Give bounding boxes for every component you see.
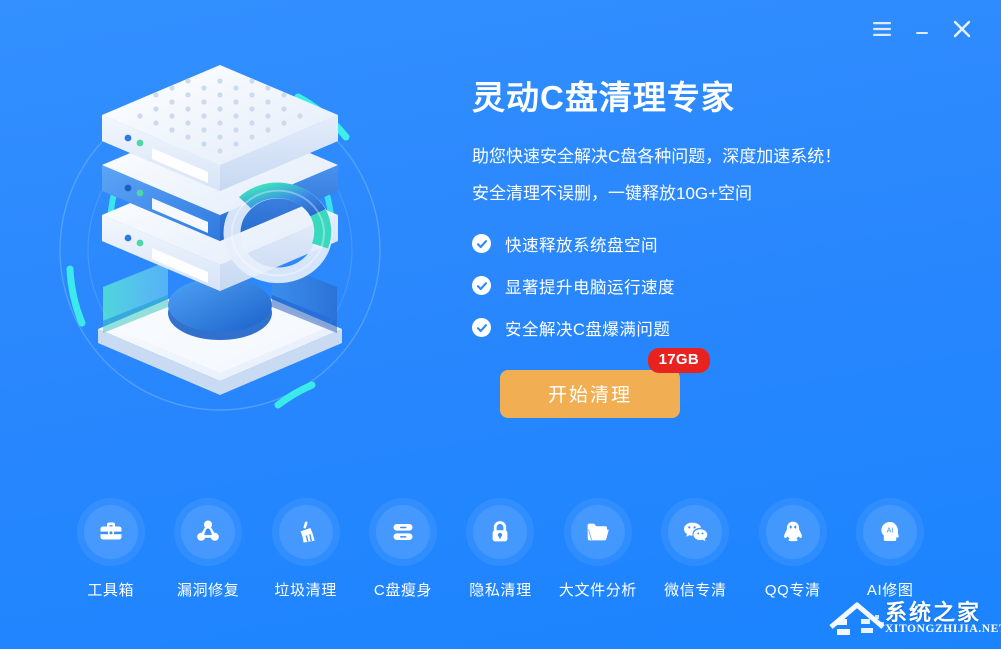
tool-label: QQ专清 [764,582,821,599]
qq-penguin-icon [765,505,820,559]
tool-label: 垃圾清理 [274,582,337,599]
feature-item: 快速释放系统盘空间 [472,232,972,256]
wechat-icon [668,505,723,559]
tool-label: 大文件分析 [558,582,637,599]
minimize-icon[interactable] [905,12,939,46]
disk-slim-icon [376,505,431,559]
tool-item-vulnerability-repair[interactable]: 漏洞修复 [159,505,256,615]
hamburger-menu-icon[interactable] [865,12,899,46]
check-circle-icon [472,234,491,254]
cta-container: 17GB 开始清理 [500,347,710,418]
tool-label: 微信专清 [664,582,727,599]
lock-icon [473,505,528,559]
feature-item: 安全解决C盘爆满问题 [472,316,972,340]
feature-label: 显著提升电脑运行速度 [505,278,675,297]
app-window: 灵动C盘清理专家 助您快速安全解决C盘各种问题，深度加速系统！ 安全清理不误删，… [0,0,1001,649]
tool-item-disk-slim[interactable]: C盘瘦身 [354,505,451,615]
watermark-domain: XITONGZHIJIA.NET [885,623,1001,635]
close-icon[interactable] [945,12,979,46]
feature-list: 快速释放系统盘空间 显著提升电脑运行速度 安全解决C盘爆满问题 [472,232,972,340]
tool-label: AI修图 [866,582,914,599]
broom-icon [278,505,333,559]
feature-item: 显著提升电脑运行速度 [472,274,972,298]
tool-item-toolbox[interactable]: 工具箱 [62,505,159,615]
tool-label: 隐私清理 [469,582,532,599]
feature-label: 安全解决C盘爆满问题 [505,320,671,339]
folder-icon [570,505,625,559]
ai-head-icon: AI [863,505,918,559]
status-badge: 17GB [647,347,710,373]
check-circle-icon [472,276,491,296]
server-stack-3d-illustration [40,55,400,425]
tool-item-qq-clean[interactable]: QQ专清 [744,505,841,615]
page-title: 灵动C盘清理专家 [472,79,735,116]
feature-label: 快速释放系统盘空间 [505,236,658,255]
vulnerability-repair-icon [181,505,236,559]
tool-label: 工具箱 [87,582,135,599]
hero-content: 灵动C盘清理专家 助您快速安全解决C盘各种问题，深度加速系统！ 安全清理不误删，… [472,78,972,418]
tool-item-wechat-clean[interactable]: 微信专清 [647,505,744,615]
title-bar [0,0,1001,58]
hero-subtitle-1: 助您快速安全解决C盘各种问题，深度加速系统！ [472,146,842,166]
tool-item-large-file-analysis[interactable]: 大文件分析 [549,505,646,615]
check-circle-icon [472,318,491,338]
tool-item-privacy-clean[interactable]: 隐私清理 [452,505,549,615]
svg-text:AI: AI [887,526,894,535]
hero-subtitle-2: 安全清理不误删，一键释放10G+空间 [472,183,753,203]
start-clean-button[interactable]: 开始清理 [500,369,680,418]
tool-label: C盘瘦身 [373,582,433,599]
tool-label: 漏洞修复 [176,582,240,599]
tool-item-ai-photo-edit[interactable]: AI AI修图 [842,505,939,615]
tool-item-junk-clean[interactable]: 垃圾清理 [257,505,354,615]
toolbox-icon [83,505,138,559]
tool-shortcut-row: 工具箱 漏洞修复 垃圾清理 C盘瘦身 隐私清理 大文件分析 微信专清 QQ专清 … [0,505,1001,615]
